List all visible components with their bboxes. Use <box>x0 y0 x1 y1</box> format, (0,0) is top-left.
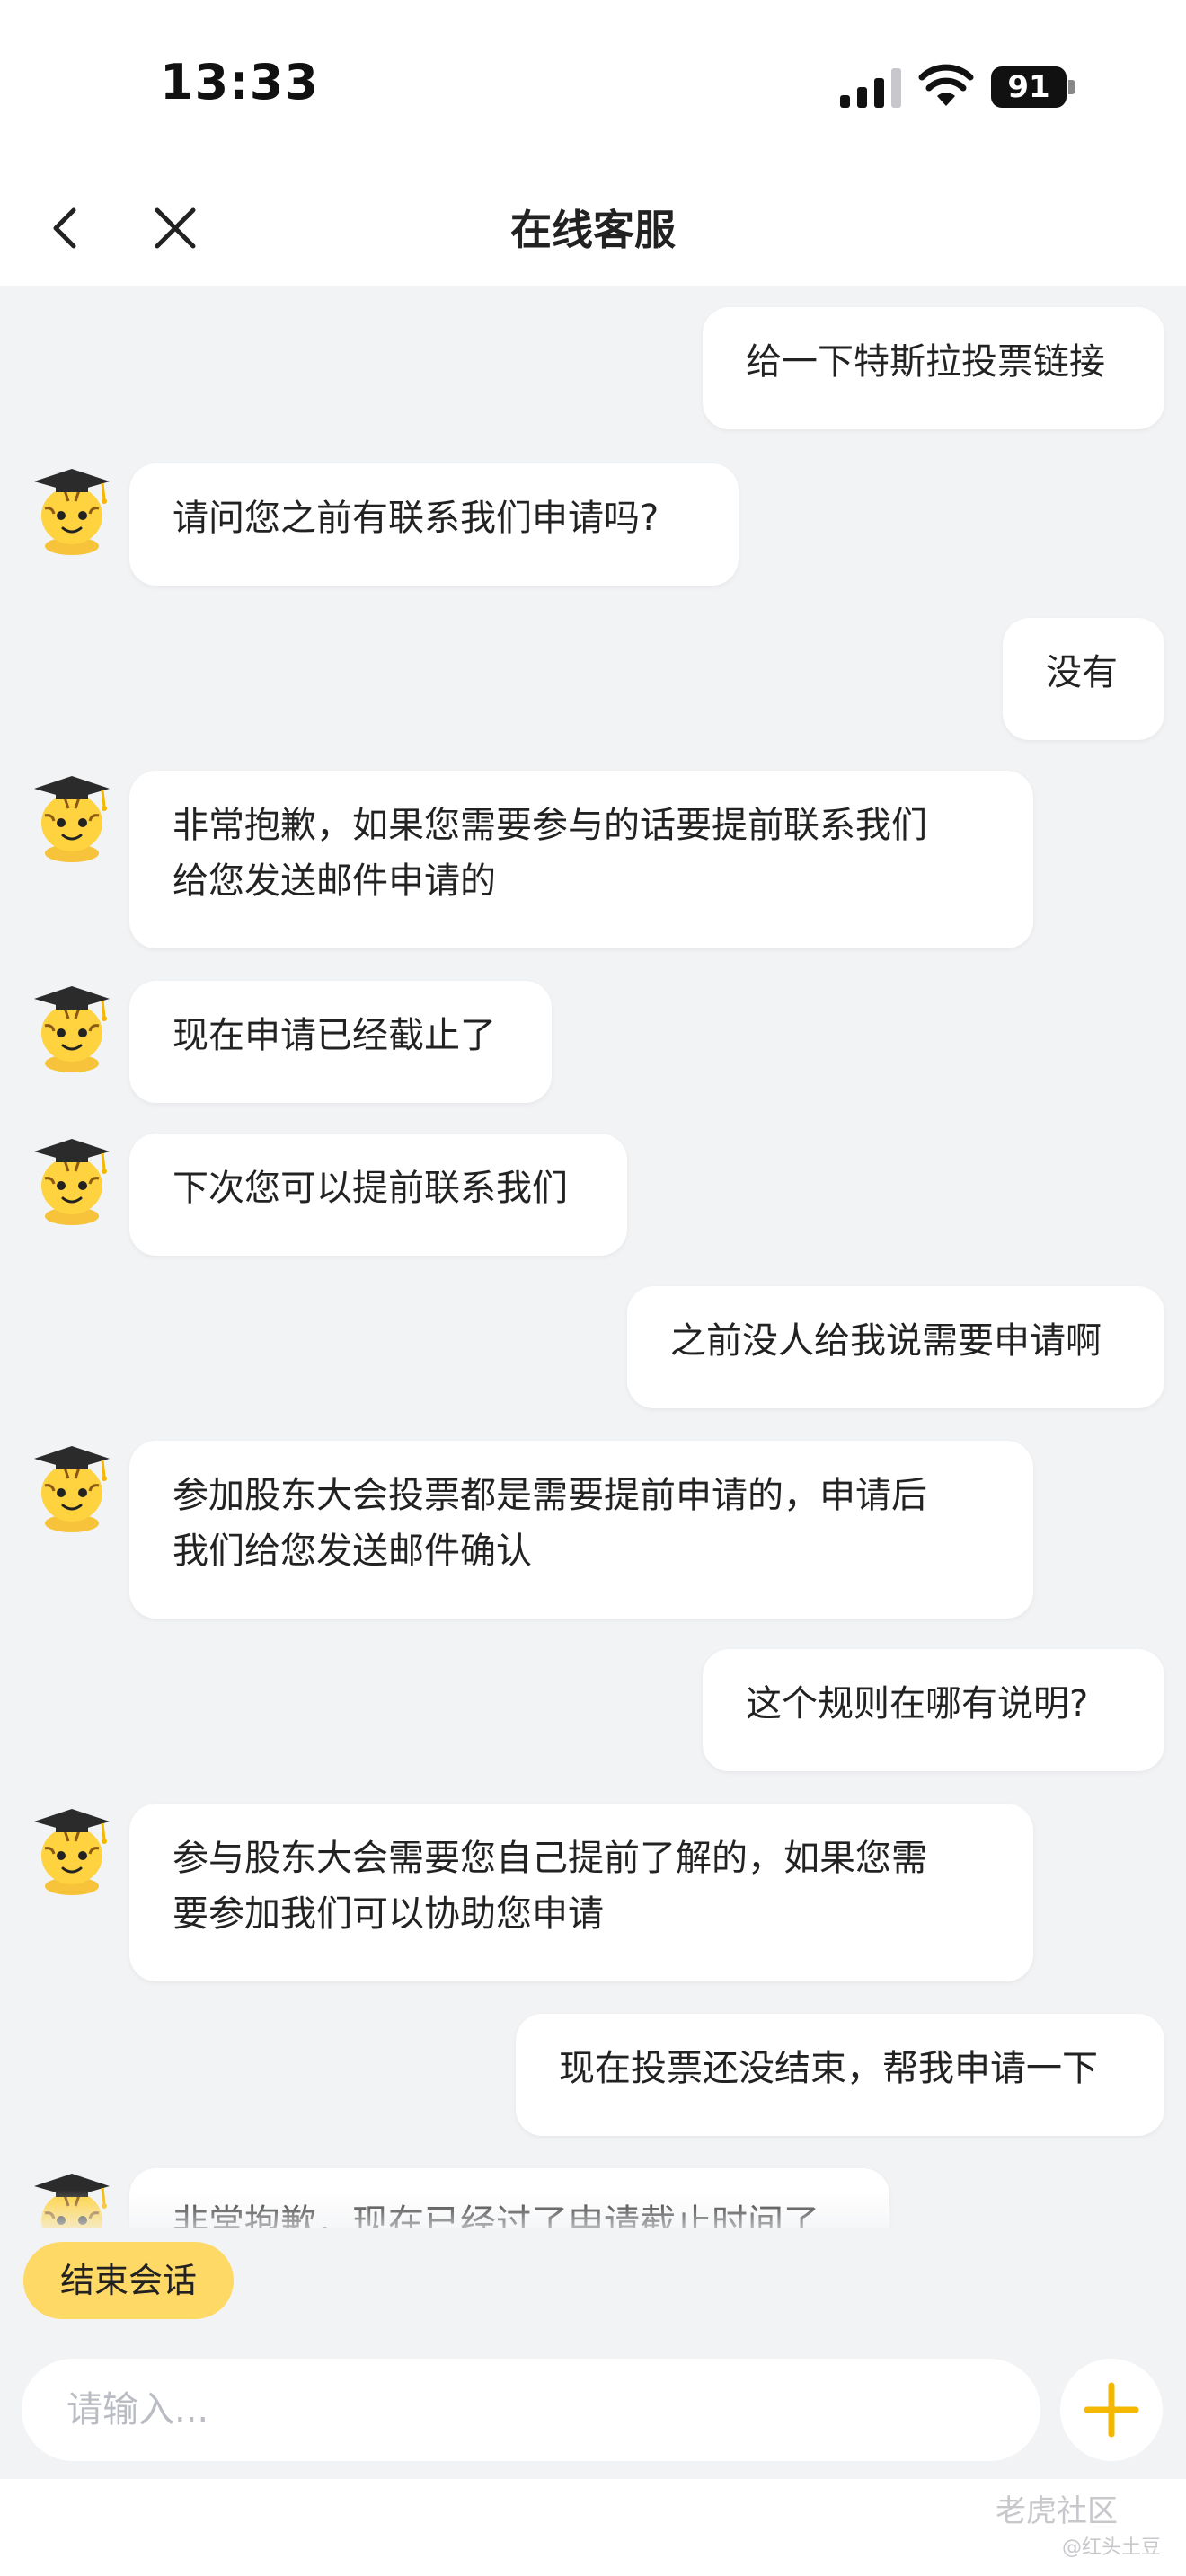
tiger-avatar-icon <box>34 1809 110 1895</box>
user-message-bubble: 现在投票还没结束，帮我申请一下 <box>516 2014 1164 2136</box>
end-session-button[interactable]: 结束会话 <box>23 2242 234 2319</box>
agent-message-bubble: 现在申请已经截止了 <box>129 981 552 1103</box>
scroll-fade <box>0 2190 1186 2228</box>
user-message-bubble: 之前没人给我说需要申请啊 <box>627 1286 1164 1408</box>
battery-level: 91 <box>991 66 1067 108</box>
user-message-bubble: 给一下特斯拉投票链接 <box>703 307 1164 429</box>
status-bar: 13:33 91 <box>0 0 1186 171</box>
watermark-user: @红头土豆 <box>1062 2536 1162 2559</box>
tiger-avatar-icon <box>34 986 110 1072</box>
agent-message-bubble: 下次您可以提前联系我们 <box>129 1134 627 1256</box>
watermark-brand: 老虎社区 <box>996 2493 1118 2529</box>
message-input[interactable]: 请输入... <box>22 2359 1040 2461</box>
page-title: 在线客服 <box>510 206 676 254</box>
battery-indicator: 91 <box>991 66 1075 108</box>
plus-icon <box>1084 2382 1139 2438</box>
tiger-avatar-icon <box>34 1446 110 1532</box>
nav-bar: 在线客服 <box>0 171 1186 286</box>
user-message-bubble: 这个规则在哪有说明? <box>703 1649 1164 1771</box>
agent-message-bubble: 非常抱歉，如果您需要参与的话要提前联系我们 给您发送邮件申请的 <box>129 771 1033 948</box>
agent-message-bubble: 参加股东大会投票都是需要提前申请的，申请后 我们给您发送邮件确认 <box>129 1441 1033 1619</box>
battery-cap <box>1068 80 1075 94</box>
tiger-avatar-icon <box>34 776 110 862</box>
tiger-avatar-icon <box>34 1139 110 1225</box>
add-attachment-button[interactable] <box>1060 2359 1163 2461</box>
wifi-icon <box>918 64 974 106</box>
tiger-avatar-icon <box>34 469 110 555</box>
user-message-bubble: 没有 <box>1003 618 1164 740</box>
agent-message-bubble: 参与股东大会需要您自己提前了解的，如果您需 要参加我们可以协助您申请 <box>129 1804 1033 1981</box>
status-time: 13:33 <box>160 54 319 110</box>
cellular-signal-icon <box>840 68 901 108</box>
chat-area[interactable]: 给一下特斯拉投票链接请问您之前有联系我们申请吗? 没有非常抱歉，如果您需要参与的话… <box>0 286 1186 2228</box>
agent-message-bubble: 请问您之前有联系我们申请吗? <box>129 463 739 586</box>
